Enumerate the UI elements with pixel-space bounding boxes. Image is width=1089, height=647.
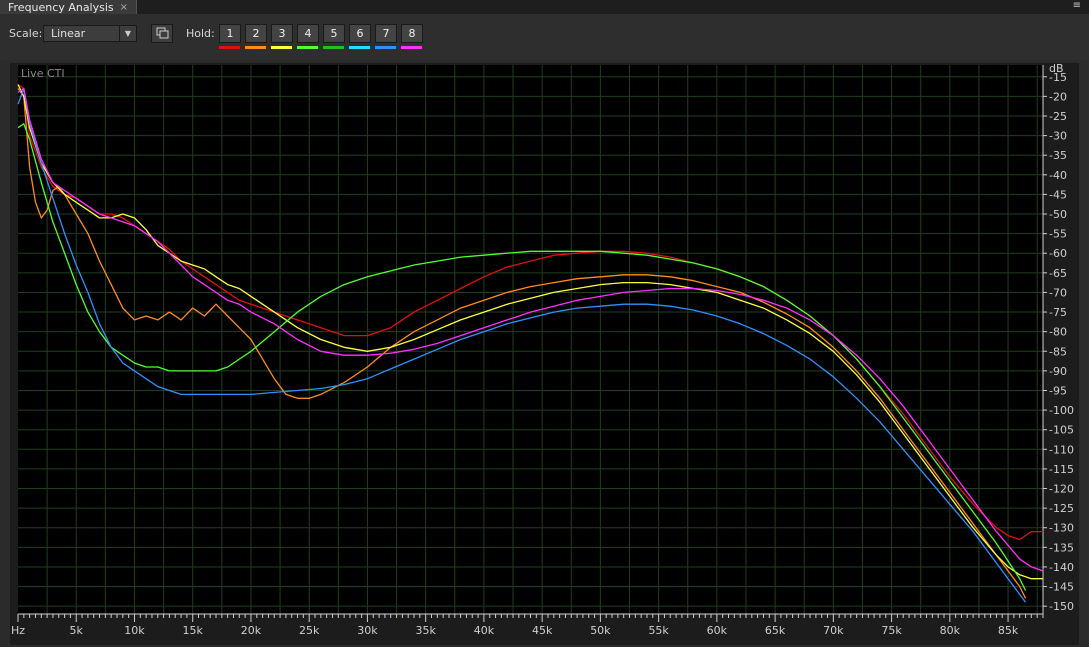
y-tick-label: -45 xyxy=(1049,188,1067,201)
x-tick-label: 65k xyxy=(765,624,786,637)
hold-button-3[interactable]: 3 xyxy=(271,24,293,43)
x-tick-label: 45k xyxy=(532,624,553,637)
scale-select[interactable]: Linear ▼ xyxy=(43,25,137,42)
y-tick-label: -60 xyxy=(1049,247,1067,260)
x-tick-label: 35k xyxy=(415,624,436,637)
y-tick-label: -50 xyxy=(1049,208,1067,221)
y-tick-label: -25 xyxy=(1049,110,1067,123)
y-tick-label: -120 xyxy=(1049,483,1074,496)
y-tick-label: -90 xyxy=(1049,365,1067,378)
tab-frequency-analysis[interactable]: Frequency Analysis × xyxy=(0,0,138,14)
y-tick-label: -95 xyxy=(1049,384,1067,397)
y-tick-label: -105 xyxy=(1049,424,1074,437)
x-tick-label: 5k xyxy=(70,624,84,637)
y-tick-label: -20 xyxy=(1049,90,1067,103)
plot-area xyxy=(18,65,1043,614)
y-tick-label: -115 xyxy=(1049,463,1074,476)
hold-color-swatch-2 xyxy=(245,46,266,49)
hold-button-1[interactable]: 1 xyxy=(219,24,241,43)
scale-label: Scale: xyxy=(9,27,43,40)
graph-frame: -15 -20 -25 -30 -35 -40 -45 -50 -55 -60 -65 -70 -75-… xyxy=(10,63,1079,645)
live-cti-label: Live CTI xyxy=(21,67,65,80)
hold-color-swatch-1 xyxy=(219,46,240,49)
x-tick-label: 20k xyxy=(241,624,262,637)
panel-tab-bar: Frequency Analysis × ≡ xyxy=(0,0,1089,14)
y-tick-label: -85 xyxy=(1049,345,1067,358)
y-tick-label: -65 xyxy=(1049,267,1067,280)
y-tick-label: -30 xyxy=(1049,130,1067,143)
y-tick-label: -140 xyxy=(1049,561,1074,574)
x-tick-label: 25k xyxy=(299,624,320,637)
hold-color-swatch-6 xyxy=(349,46,370,49)
x-tick-label: 85k xyxy=(998,624,1019,637)
y-tick-label: -110 xyxy=(1049,443,1074,456)
y-tick-label: -145 xyxy=(1049,581,1074,594)
y-tick-label: -35 xyxy=(1049,149,1067,162)
x-tick-label: 80k xyxy=(940,624,961,637)
x-tick-label: 15k xyxy=(183,624,204,637)
hold-button-6[interactable]: 6 xyxy=(349,24,371,43)
hold-color-swatch-4 xyxy=(297,46,318,49)
scale-value: Linear xyxy=(51,27,86,40)
x-tick-label: 50k xyxy=(590,624,611,637)
hold-label: Hold: xyxy=(186,27,215,40)
hold-color-swatch-3 xyxy=(271,46,292,49)
hold-button-7[interactable]: 7 xyxy=(375,24,397,43)
hold-color-swatch-7 xyxy=(375,46,396,49)
y-tick-label: -135 xyxy=(1049,541,1074,554)
close-icon[interactable]: × xyxy=(120,2,128,13)
y-tick-label: -55 xyxy=(1049,228,1067,241)
y-tick-label: -100 xyxy=(1049,404,1074,417)
y-tick-label: -75 xyxy=(1049,306,1067,319)
hold-button-4[interactable]: 4 xyxy=(297,24,319,43)
hold-color-swatch-5 xyxy=(323,46,344,49)
x-tick-label: 10k xyxy=(124,624,145,637)
x-tick-label: 70k xyxy=(823,624,844,637)
hold-button-5[interactable]: 5 xyxy=(323,24,345,43)
x-axis-unit-label: Hz xyxy=(11,624,25,637)
panel-menu-icon[interactable]: ≡ xyxy=(1073,0,1081,11)
x-tick-label: 40k xyxy=(474,624,495,637)
toolbar: Scale: Linear ▼ Hold: 12345678 xyxy=(0,14,1089,60)
y-tick-label: -80 xyxy=(1049,326,1067,339)
panel-title: Frequency Analysis xyxy=(8,0,114,14)
y-tick-label: -130 xyxy=(1049,522,1074,535)
hold-color-swatch-8 xyxy=(401,46,422,49)
x-tick-label: 30k xyxy=(357,624,378,637)
y-tick-label: -40 xyxy=(1049,169,1067,182)
frequency-graph[interactable]: -15-20-25-30-35-40-45-50-55-60-65-70-75-… xyxy=(10,63,1079,645)
x-tick-label: 55k xyxy=(648,624,669,637)
copy-icon xyxy=(156,27,169,39)
copy-to-clipboard-button[interactable] xyxy=(151,24,173,43)
y-tick-label: -150 xyxy=(1049,600,1074,613)
y-tick-label: -70 xyxy=(1049,286,1067,299)
y-tick-label: -125 xyxy=(1049,502,1074,515)
hold-button-2[interactable]: 2 xyxy=(245,24,267,43)
x-tick-label: 75k xyxy=(881,624,902,637)
hold-button-8[interactable]: 8 xyxy=(401,24,423,43)
chevron-down-icon: ▼ xyxy=(119,26,136,41)
x-tick-label: 60k xyxy=(707,624,728,637)
y-axis-unit-label: dB xyxy=(1049,63,1064,75)
